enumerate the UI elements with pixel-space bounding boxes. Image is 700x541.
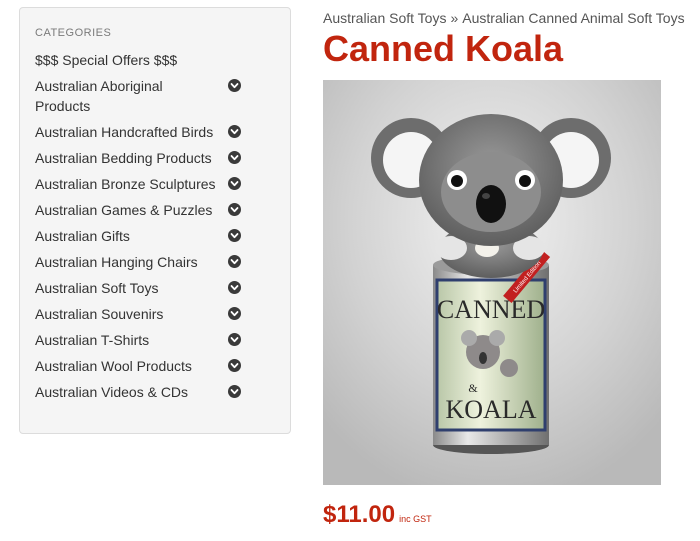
- chevron-circle-down-icon[interactable]: [228, 229, 241, 242]
- can-text-bottom: KOALA: [446, 395, 537, 424]
- chevron-circle-down-icon[interactable]: [228, 177, 241, 190]
- chevron-circle-down-icon[interactable]: [228, 151, 241, 164]
- can-text-amp: &: [468, 381, 478, 395]
- product-image[interactable]: CANNED & KOALA Limited Edition: [323, 80, 661, 485]
- category-label: Australian T-Shirts: [35, 332, 150, 348]
- breadcrumb: Australian Soft Toys» Australian Canned A…: [323, 10, 685, 26]
- price-row: $11.00 inc GST: [323, 501, 432, 529]
- category-item-bronze-sculptures[interactable]: Australian Bronze Sculptures: [35, 174, 241, 200]
- category-item-handcrafted-birds[interactable]: Australian Handcrafted Birds: [35, 122, 241, 148]
- category-list: $$$ Special Offers $$$ Australian Aborig…: [35, 50, 241, 408]
- category-label: $$$ Special Offers $$$: [35, 52, 178, 68]
- breadcrumb-link-soft-toys[interactable]: Australian Soft Toys: [323, 10, 446, 26]
- tax-note: inc GST: [399, 514, 432, 524]
- chevron-circle-down-icon[interactable]: [228, 307, 241, 320]
- category-item-videos-cds[interactable]: Australian Videos & CDs: [35, 382, 241, 408]
- category-label: Australian Bedding Products: [35, 150, 212, 166]
- category-item-bedding-products[interactable]: Australian Bedding Products: [35, 148, 241, 174]
- category-item-wool-products[interactable]: Australian Wool Products: [35, 356, 241, 382]
- breadcrumb-separator: »: [450, 10, 459, 26]
- can-text-top: CANNED: [437, 295, 545, 324]
- category-label: Australian Aboriginal Products: [35, 78, 163, 114]
- category-item-soft-toys[interactable]: Australian Soft Toys: [35, 278, 241, 304]
- chevron-circle-down-icon[interactable]: [228, 281, 241, 294]
- category-item-souvenirs[interactable]: Australian Souvenirs: [35, 304, 241, 330]
- chevron-circle-down-icon[interactable]: [228, 203, 241, 216]
- category-label: Australian Videos & CDs: [35, 384, 189, 400]
- category-label: Australian Handcrafted Birds: [35, 124, 214, 140]
- category-item-gifts[interactable]: Australian Gifts: [35, 226, 241, 252]
- page-title: Canned Koala: [323, 28, 564, 69]
- category-label: Australian Wool Products: [35, 358, 192, 374]
- category-label: Australian Games & Puzzles: [35, 202, 213, 218]
- chevron-circle-down-icon[interactable]: [228, 255, 241, 268]
- category-item-aboriginal-products[interactable]: Australian Aboriginal Products: [35, 76, 241, 122]
- category-label: Australian Souvenirs: [35, 306, 164, 322]
- chevron-circle-down-icon[interactable]: [228, 333, 241, 346]
- category-item-games-puzzles[interactable]: Australian Games & Puzzles: [35, 200, 241, 226]
- category-item-hanging-chairs[interactable]: Australian Hanging Chairs: [35, 252, 241, 278]
- chevron-circle-down-icon[interactable]: [228, 385, 241, 398]
- category-label: Australian Soft Toys: [35, 280, 159, 296]
- sidebar-heading: CATEGORIES: [35, 27, 112, 39]
- category-label: Australian Hanging Chairs: [35, 254, 198, 270]
- chevron-circle-down-icon[interactable]: [228, 125, 241, 138]
- breadcrumb-link-canned-animal-soft-toys[interactable]: Australian Canned Animal Soft Toys: [462, 10, 684, 26]
- chevron-circle-down-icon[interactable]: [228, 359, 241, 372]
- product-price: $11.00: [323, 501, 396, 528]
- category-label: Australian Bronze Sculptures: [35, 176, 216, 192]
- category-label: Australian Gifts: [35, 228, 130, 244]
- chevron-circle-down-icon[interactable]: [228, 79, 241, 92]
- category-item-t-shirts[interactable]: Australian T-Shirts: [35, 330, 241, 356]
- category-item-special-offers[interactable]: $$$ Special Offers $$$: [35, 50, 240, 76]
